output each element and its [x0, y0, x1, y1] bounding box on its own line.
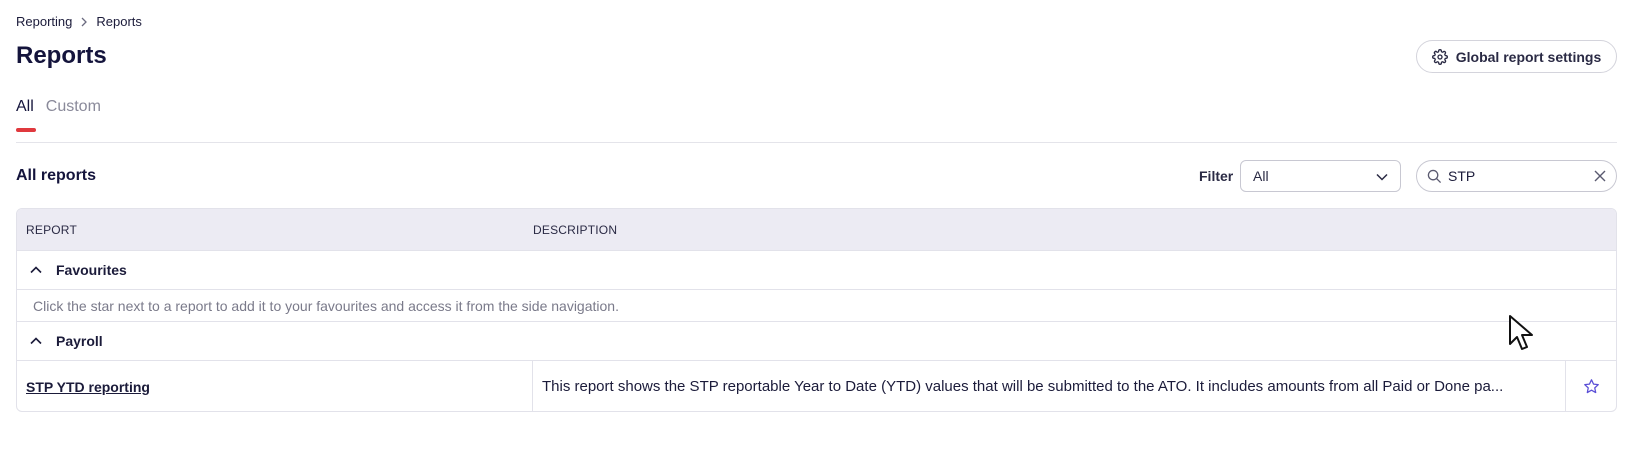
close-icon[interactable] [1594, 170, 1606, 182]
breadcrumb: Reporting Reports [16, 14, 142, 29]
chevron-down-icon [1376, 168, 1388, 184]
tabs-divider [16, 142, 1617, 143]
section-title: All reports [16, 167, 97, 184]
chevron-right-icon [80, 17, 88, 27]
reports-table: REPORT DESCRIPTION Favourites Click the … [16, 208, 1617, 412]
tab-custom[interactable]: Custom [46, 98, 101, 132]
description-cell: This report shows the STP reportable Yea… [533, 361, 1566, 411]
tab-all[interactable]: All [16, 98, 36, 132]
group-row-payroll[interactable]: Payroll [17, 321, 1616, 360]
global-report-settings-button[interactable]: Global report settings [1416, 40, 1617, 73]
global-report-settings-label: Global report settings [1455, 48, 1602, 65]
group-row-favourites[interactable]: Favourites [17, 250, 1616, 289]
filter-selected-value: All [1253, 168, 1269, 184]
mouse-cursor-icon [1508, 314, 1538, 359]
search-icon [1427, 169, 1442, 184]
report-description: This report shows the STP reportable Yea… [542, 378, 1504, 395]
column-header-description: DESCRIPTION [533, 222, 618, 237]
group-label: Payroll [56, 333, 103, 349]
search-box [1416, 160, 1617, 192]
filter-label: Filter [1199, 168, 1234, 184]
column-header-report: REPORT [26, 222, 77, 237]
search-input[interactable] [1448, 168, 1578, 184]
star-icon [1583, 378, 1600, 395]
report-link-stp-ytd[interactable]: STP YTD reporting [26, 379, 150, 395]
breadcrumb-reporting[interactable]: Reporting [16, 14, 72, 29]
chevron-up-icon [30, 266, 42, 274]
filter-select[interactable]: All [1240, 160, 1401, 192]
favourites-hint: Click the star next to a report to add i… [17, 289, 1616, 321]
group-label: Favourites [56, 262, 127, 278]
breadcrumb-reports: Reports [96, 14, 142, 29]
favourite-toggle[interactable] [1566, 361, 1616, 411]
report-cell: STP YTD reporting [17, 361, 533, 411]
gear-icon [1431, 48, 1448, 65]
chevron-up-icon [30, 337, 42, 345]
table-row: STP YTD reporting This report shows the … [17, 360, 1616, 411]
tabs: All Custom [16, 98, 113, 132]
table-header: REPORT DESCRIPTION [17, 209, 1616, 250]
page-title: Reports [16, 42, 107, 69]
